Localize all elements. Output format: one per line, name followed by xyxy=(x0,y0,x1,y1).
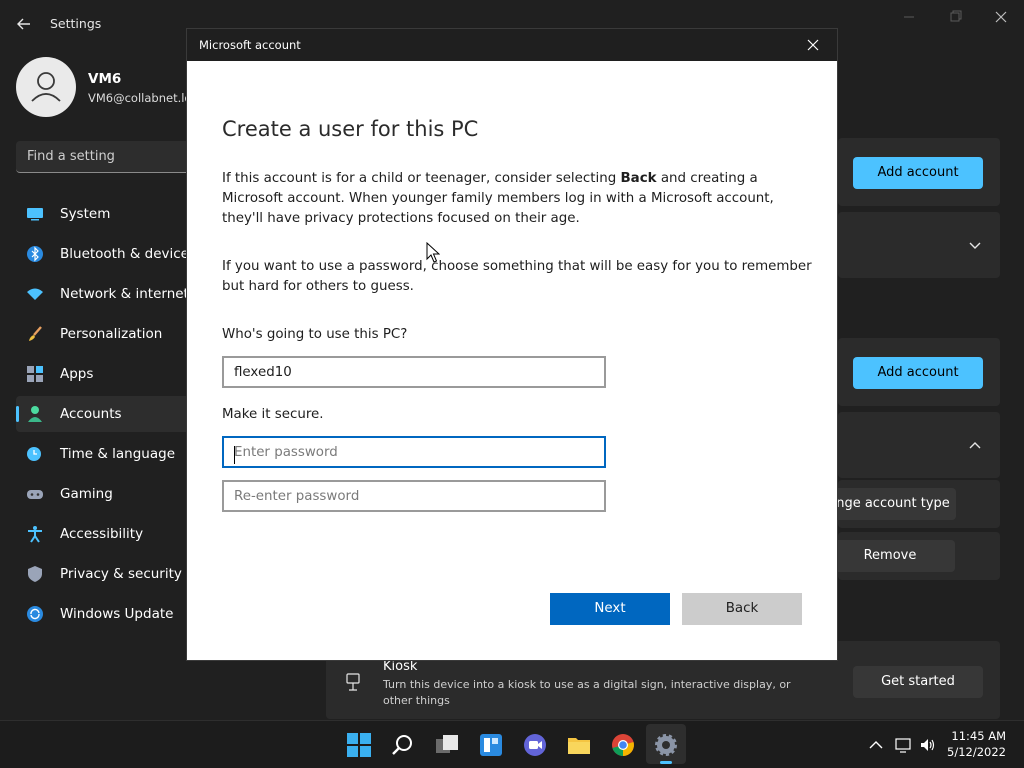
profile-email: VM6@collabnet.lo xyxy=(88,91,192,105)
profile-name: VM6 xyxy=(88,71,122,87)
active-app-indicator xyxy=(660,761,672,764)
shield-icon xyxy=(28,566,42,582)
username-field[interactable] xyxy=(222,356,606,388)
sidebar-item-label: System xyxy=(60,206,111,222)
next-button[interactable]: Next xyxy=(550,593,670,625)
sidebar-item-label: Time & language xyxy=(60,446,176,462)
dialog-title: Microsoft account xyxy=(199,38,301,52)
sidebar-item-bluetooth[interactable]: Bluetooth & devices xyxy=(16,236,197,272)
add-account-button[interactable]: Add account xyxy=(853,157,983,189)
clock-time[interactable]: 11:45 AM xyxy=(940,729,1006,743)
sidebar-item-gaming[interactable]: Gaming xyxy=(16,476,194,512)
sidebar-item-network[interactable]: Network & internet xyxy=(16,276,194,312)
user-icon xyxy=(31,72,61,102)
mouse-cursor-icon xyxy=(426,242,440,263)
sidebar-item-accessibility[interactable]: Accessibility xyxy=(16,516,194,552)
back-button[interactable]: Back xyxy=(682,593,802,625)
search-icon[interactable] xyxy=(390,732,416,758)
apps-icon xyxy=(27,366,43,382)
clock-date[interactable]: 5/12/2022 xyxy=(940,745,1006,759)
clock-icon xyxy=(27,447,41,461)
sidebar-item-apps[interactable]: Apps xyxy=(16,356,194,392)
close-icon[interactable] xyxy=(805,37,821,53)
password-paragraph: If you want to use a password, choose so… xyxy=(222,259,812,294)
dialog-titlebar: Microsoft account xyxy=(187,29,837,61)
change-account-type-button[interactable]: nge account type xyxy=(830,488,956,520)
network-icon xyxy=(27,288,43,300)
search-placeholder: Find a setting xyxy=(27,149,115,164)
sidebar-item-label: Windows Update xyxy=(60,606,174,622)
widgets-icon[interactable] xyxy=(478,732,504,758)
sidebar-item-label: Personalization xyxy=(60,326,163,342)
task-view-icon[interactable] xyxy=(434,732,460,758)
close-window-icon[interactable] xyxy=(988,8,1014,26)
get-started-button[interactable]: Get started xyxy=(853,666,983,698)
chat-icon[interactable] xyxy=(522,732,548,758)
update-icon xyxy=(27,606,43,622)
sidebar-item-accounts[interactable]: Accounts xyxy=(16,396,194,432)
system-icon xyxy=(27,208,43,221)
remove-button[interactable]: Remove xyxy=(825,540,955,572)
bluetooth-icon xyxy=(27,246,43,262)
search-input[interactable]: Find a setting xyxy=(16,141,196,173)
paragraph-text: If this account is for a child or teenag… xyxy=(222,171,621,186)
microsoft-account-dialog: Microsoft account Create a user for this… xyxy=(186,28,838,661)
kiosk-title: Kiosk xyxy=(383,659,418,674)
brush-icon xyxy=(29,326,42,341)
chrome-icon[interactable] xyxy=(610,732,636,758)
chevron-up-icon[interactable] xyxy=(867,736,885,754)
child-account-paragraph: If this account is for a child or teenag… xyxy=(222,169,812,229)
accounts-icon xyxy=(28,406,42,422)
secure-label: Make it secure. xyxy=(222,407,324,422)
sidebar-item-label: Network & internet xyxy=(60,286,189,302)
sidebar-item-label: Apps xyxy=(60,366,94,382)
volume-icon[interactable] xyxy=(919,736,937,754)
sidebar-item-label: Accessibility xyxy=(60,526,144,542)
back-emphasis: Back xyxy=(620,171,657,186)
back-arrow-icon[interactable] xyxy=(14,14,34,34)
start-icon[interactable] xyxy=(346,732,372,758)
sidebar-item-system[interactable]: System xyxy=(16,196,194,232)
app-title: Settings xyxy=(50,16,102,31)
sidebar-item-privacy[interactable]: Privacy & security xyxy=(16,556,194,592)
restore-icon[interactable] xyxy=(942,8,968,26)
accessibility-icon xyxy=(28,526,42,543)
sidebar-item-label: Gaming xyxy=(60,486,113,502)
sidebar-item-label: Privacy & security xyxy=(60,566,182,582)
settings-gear-icon[interactable] xyxy=(653,732,679,758)
chevron-down-icon[interactable] xyxy=(968,238,982,252)
dialog-heading: Create a user for this PC xyxy=(222,117,479,141)
who-label: Who's going to use this PC? xyxy=(222,327,408,342)
sidebar-item-windows-update[interactable]: Windows Update xyxy=(16,596,194,632)
avatar xyxy=(16,57,76,117)
selection-indicator xyxy=(16,406,19,422)
kiosk-description: Turn this device into a kiosk to use as … xyxy=(383,678,791,707)
file-explorer-icon[interactable] xyxy=(566,732,592,758)
password-field[interactable] xyxy=(222,436,606,468)
sidebar-item-personalization[interactable]: Personalization xyxy=(16,316,194,352)
sidebar-item-label: Accounts xyxy=(60,406,122,422)
chevron-up-icon[interactable] xyxy=(968,438,982,452)
text-caret xyxy=(234,446,235,464)
sidebar-item-label: Bluetooth & devices xyxy=(60,246,197,262)
kiosk-icon xyxy=(346,673,360,691)
sidebar-item-time-language[interactable]: Time & language xyxy=(16,436,194,472)
add-account-button[interactable]: Add account xyxy=(853,357,983,389)
gamepad-icon xyxy=(27,490,43,499)
minimize-icon[interactable] xyxy=(896,8,922,26)
reenter-password-field[interactable] xyxy=(222,480,606,512)
network-tray-icon[interactable] xyxy=(894,736,912,754)
